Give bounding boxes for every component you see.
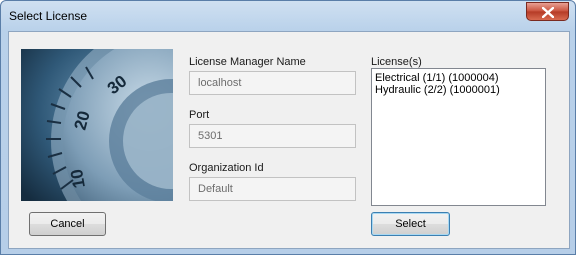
- port-label: Port: [189, 109, 210, 121]
- cancel-button[interactable]: Cancel: [29, 212, 106, 236]
- license-manager-name-field[interactable]: localhost: [189, 71, 356, 95]
- title-bar[interactable]: Select License: [1, 1, 575, 31]
- close-button[interactable]: [526, 2, 569, 21]
- list-item[interactable]: Hydraulic (2/2) (1000001): [375, 84, 542, 96]
- licenses-list[interactable]: Electrical (1/1) (1000004) Hydraulic (2/…: [371, 68, 546, 206]
- port-field[interactable]: 5301: [189, 124, 356, 148]
- safe-dial-image: 30 20 10: [21, 49, 173, 201]
- license-manager-name-label: License Manager Name: [189, 56, 306, 68]
- licenses-label: License(s): [371, 56, 422, 68]
- organization-id-field[interactable]: Default: [189, 177, 356, 201]
- dial-number-10: 10: [67, 168, 89, 190]
- select-button[interactable]: Select: [371, 212, 450, 236]
- window-title: Select License: [9, 9, 88, 23]
- close-icon: [542, 7, 554, 18]
- list-item[interactable]: Electrical (1/1) (1000004): [375, 72, 542, 84]
- organization-id-label: Organization Id: [189, 162, 264, 174]
